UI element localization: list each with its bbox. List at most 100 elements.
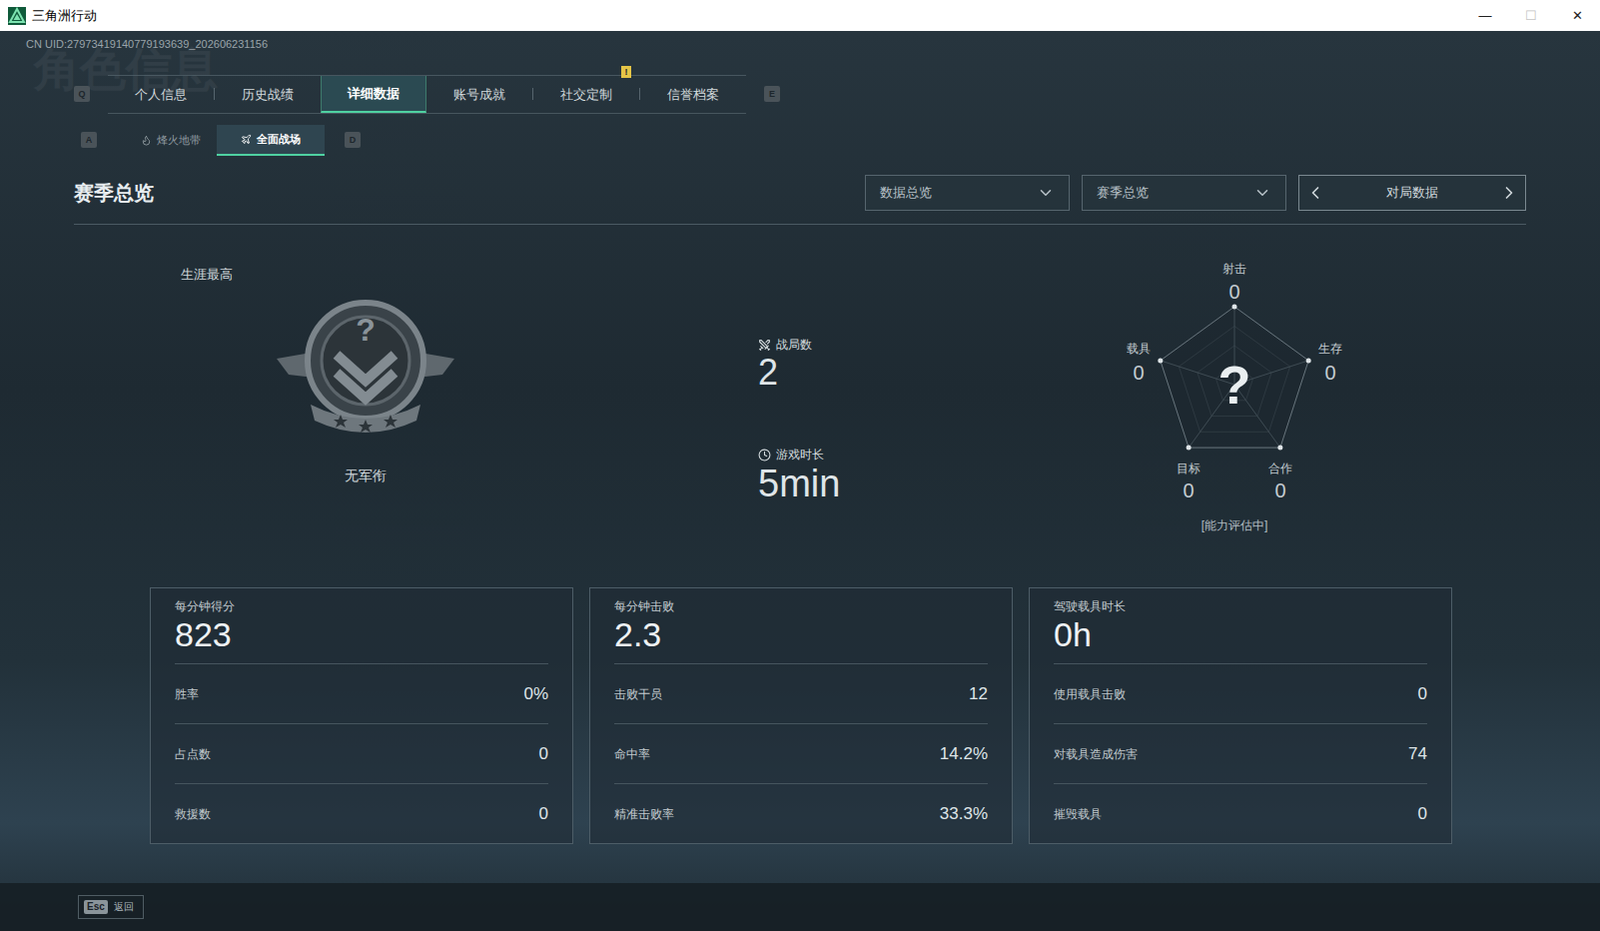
watermark: 角色信息 <box>33 42 218 95</box>
pager-label: 对局数据 <box>1386 182 1439 203</box>
stat-row-value: 0 <box>539 741 549 768</box>
radar-axis-label: 目标 <box>1176 460 1201 477</box>
window-control-button[interactable]: ✕ <box>1554 0 1600 31</box>
stat-row-label: 使用载具击败 <box>1053 685 1126 704</box>
battles-icon <box>758 338 772 352</box>
stat-row-label: 救援数 <box>174 804 211 823</box>
stat-row-label: 占点数 <box>174 745 211 764</box>
radar-axis-value: 0 <box>1182 479 1194 502</box>
radar-axis-label: 载具 <box>1126 340 1151 357</box>
pager: 对局数据 <box>1298 174 1527 211</box>
stat-row-value: 0 <box>539 800 549 827</box>
section-title: 赛季总览 <box>73 174 154 211</box>
radar-axis-value: 0 <box>1324 361 1336 384</box>
main-tab[interactable]: 详细数据 <box>320 75 427 113</box>
summary-value: 2 <box>758 352 958 393</box>
stat-row-label: 胜率 <box>174 685 199 704</box>
chevron-down-icon <box>1253 183 1272 202</box>
summary-value: 5min <box>758 462 958 505</box>
radar-center-mark: ? <box>1218 356 1252 413</box>
mode-tab[interactable]: 烽火地带 <box>124 124 217 156</box>
content: 角色信息CN UID:27973419140779193639_20260623… <box>0 30 1600 931</box>
stat-row-value: 74 <box>1408 741 1428 768</box>
app-window: 三角洲行动—☐✕角色信息CN UID:27973419140779193639_… <box>0 0 1600 931</box>
stat-card-title: 每分钟击败 <box>614 598 988 615</box>
rank-panel: 生涯最高?无军衔 <box>175 266 556 485</box>
filter-dropdown[interactable]: 数据总览 <box>864 174 1070 211</box>
radar-axis-value: 0 <box>1274 479 1286 502</box>
window-title: 三角洲行动 <box>31 5 97 26</box>
stat-row-label: 命中率 <box>614 745 651 764</box>
footer-bar: Esc 返回 <box>0 882 1600 931</box>
prev-tab-key[interactable]: Q <box>73 85 90 102</box>
stat-card-value: 823 <box>174 614 549 655</box>
stat-row: 使用载具击败 0 <box>1053 663 1428 724</box>
main-tabs: Q 个人信息历史战绩详细数据账号成就社交定制!信誉档案 E <box>0 74 1600 114</box>
stat-row: 精准击败率 33.3% <box>614 783 988 843</box>
stat-row-value: 33.3% <box>939 800 988 827</box>
stat-card: 驾驶载具时长0h 使用载具击败 0 对载具造成伤害 74 摧毁载具 0 <box>1028 587 1453 844</box>
mode-tabs: A 烽火地带全面战场 D <box>0 124 1600 156</box>
summary-label: 游戏时长 <box>776 445 824 464</box>
back-button[interactable]: Esc 返回 <box>77 894 144 919</box>
radar-axis-label: 合作 <box>1268 460 1293 477</box>
window-control-button[interactable]: — <box>1462 0 1509 31</box>
stat-card-title: 驾驶载具时长 <box>1053 598 1428 615</box>
mode-tab[interactable]: 全面战场 <box>216 124 325 156</box>
summary-label: 战局数 <box>776 335 812 354</box>
stat-row-label: 摧毁载具 <box>1053 804 1102 823</box>
stat-row: 救援数 0 <box>174 783 549 843</box>
filter-dropdown[interactable]: 赛季总览 <box>1081 174 1287 211</box>
stat-card: 每分钟击败2.3 击败干员 12 命中率 14.2% 精准击败率 33.3% <box>589 587 1013 844</box>
pager-next-icon[interactable] <box>1499 182 1520 203</box>
stat-row: 击败干员 12 <box>614 663 988 724</box>
stat-row-label: 对载具造成伤害 <box>1053 745 1138 764</box>
prev-mode-key[interactable]: A <box>80 131 97 148</box>
radar-axis-value: 0 <box>1132 361 1144 384</box>
battlefield-icon <box>240 133 252 145</box>
summary-panel: 战局数2 游戏时长5min <box>758 336 958 505</box>
main-tab[interactable]: 信誉档案 <box>640 75 747 113</box>
radar-axis-label: 射击 <box>1222 260 1247 277</box>
back-label: 返回 <box>113 899 138 914</box>
radar-axis-label: 生存 <box>1318 340 1343 357</box>
title-bar: 三角洲行动 —☐✕ <box>0 0 1600 31</box>
section-header: 赛季总览数据总览赛季总览对局数据 <box>73 174 1527 225</box>
stat-row-label: 击败干员 <box>614 685 663 704</box>
stat-row-value: 0 <box>1418 681 1428 708</box>
stat-card-value: 2.3 <box>614 614 988 655</box>
stat-cards: 每分钟得分823 胜率 0% 占点数 0 救援数 0 每分钟击败2.3 击败干员 12 命中率 14.… <box>149 587 1453 844</box>
stat-row-value: 0 <box>1418 800 1428 827</box>
stat-row-label: 精准击败率 <box>614 804 675 823</box>
rank-badge: ? <box>270 292 461 443</box>
overview: 生涯最高?无军衔战局数2游戏时长5min?射击0生存0合作0目标0载具0[能力评… <box>0 266 1600 567</box>
main-tab[interactable]: 社交定制! <box>533 75 640 113</box>
stat-row: 对载具造成伤害 74 <box>1053 723 1428 784</box>
stat-row-value: 14.2% <box>939 741 988 768</box>
chevron-down-icon <box>1036 183 1055 202</box>
rank-name: 无军衔 <box>175 466 556 485</box>
stat-card-value: 0h <box>1053 614 1428 655</box>
stat-row: 摧毁载具 0 <box>1053 783 1428 843</box>
pager-prev-icon[interactable] <box>1305 182 1326 203</box>
next-mode-key[interactable]: D <box>344 131 361 148</box>
uid-label: CN UID:27973419140779193639_202606231156 <box>0 30 1600 51</box>
stat-row-value: 12 <box>968 681 988 708</box>
stat-card: 每分钟得分823 胜率 0% 占点数 0 救援数 0 <box>149 587 574 844</box>
stat-row: 占点数 0 <box>174 723 549 784</box>
main-tab[interactable]: 账号成就 <box>426 75 533 113</box>
radar-status: [能力评估中] <box>1201 517 1269 534</box>
zone-icon <box>140 134 152 146</box>
main-tab[interactable]: 个人信息 <box>107 75 214 113</box>
stat-card-title: 每分钟得分 <box>174 598 549 615</box>
esc-key: Esc <box>83 899 108 914</box>
window-control-button[interactable]: ☐ <box>1508 0 1555 31</box>
radar-axis-value: 0 <box>1228 280 1240 303</box>
stat-row: 命中率 14.2% <box>614 723 988 784</box>
tab-badge: ! <box>621 65 632 78</box>
next-tab-key[interactable]: E <box>764 85 781 102</box>
stat-row-value: 0% <box>523 681 549 708</box>
app-logo-icon <box>7 6 26 25</box>
main-tab[interactable]: 历史战绩 <box>214 75 321 113</box>
rank-mark: ? <box>355 312 376 347</box>
